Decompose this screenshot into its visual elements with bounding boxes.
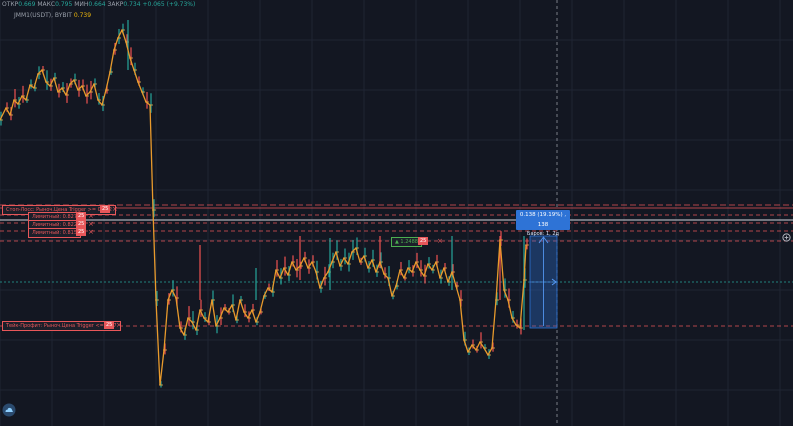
limit-order-2-quantity[interactable]: 25 [76, 220, 87, 228]
measure-tooltip: 0.138 (19.19%) , 138 Баров: 1, 2д [516, 210, 570, 237]
stop-loss-cancel-button[interactable]: × [112, 205, 118, 213]
open-label: ОТКР [2, 1, 19, 8]
limit-order-1-cancel-button[interactable]: × [88, 212, 94, 220]
measure-price-change: 0.138 (19.19%) , 138 [519, 212, 567, 228]
low-value: 0.664 [88, 1, 106, 8]
measure-bars: Баров: 1, 2д [527, 231, 559, 237]
high-label: МАКС [37, 1, 56, 8]
open-value: 0.669 [18, 1, 36, 8]
take-profit-quantity[interactable]: 25 [104, 321, 115, 329]
trading-chart-screen[interactable]: ОТКР0.669 МАКС0.795 МИН0.664 ЗАКР0.734 +… [0, 0, 793, 426]
position-close-button[interactable]: × [437, 237, 443, 245]
indicator-label: JMM1(USDT), BYBIT [14, 12, 72, 19]
high-value: 0.795 [55, 1, 73, 8]
take-profit-cancel-button[interactable]: × [116, 321, 122, 329]
limit-order-3-cancel-button[interactable]: × [88, 228, 94, 236]
limit-order-3-label[interactable]: Лимитный: 0.815 [28, 228, 81, 238]
price-chart[interactable] [0, 0, 793, 426]
take-profit-order-label[interactable]: Тейк-Профит: Рыноч.Цена Trigger <= 0.67 [2, 321, 121, 331]
low-label: МИН [74, 1, 89, 8]
close-value: 0.734 [123, 1, 141, 8]
limit-order-2-cancel-button[interactable]: × [88, 220, 94, 228]
cloud-logo-icon[interactable] [2, 403, 16, 417]
limit-order-3-quantity[interactable]: 25 [76, 228, 87, 236]
ohlc-legend: ОТКР0.669 МАКС0.795 МИН0.664 ЗАКР0.734 +… [2, 1, 195, 8]
stop-loss-quantity[interactable]: 25 [100, 205, 111, 213]
indicator-value: 0.739 [73, 12, 92, 19]
circle-plus-icon[interactable] [782, 233, 791, 242]
change-value: +0.065 (+9.73%) [142, 1, 196, 8]
indicator-legend[interactable]: JMM1(USDT), BYBIT 0.739 [14, 12, 91, 19]
limit-order-1-quantity[interactable]: 25 [76, 212, 87, 220]
close-label: ЗАКР [107, 1, 124, 8]
position-quantity[interactable]: 25 [418, 237, 429, 245]
